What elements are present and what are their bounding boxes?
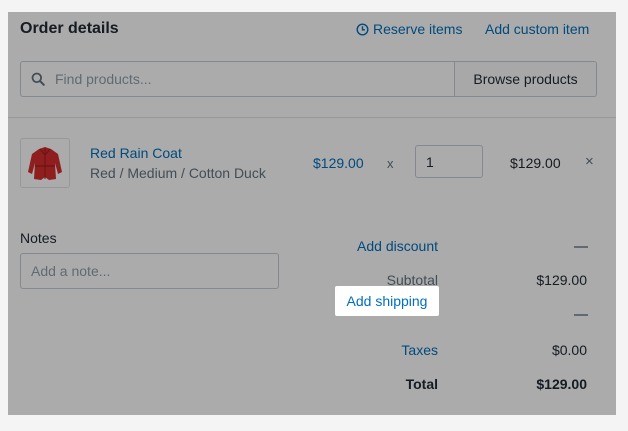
notes-input[interactable] (20, 253, 279, 289)
add-custom-item-link[interactable]: Add custom item (485, 21, 589, 37)
notes-label: Notes (20, 230, 57, 246)
product-thumbnail[interactable] (20, 138, 70, 188)
add-shipping-highlight: Add shipping (335, 286, 439, 316)
browse-products-button[interactable]: Browse products (454, 62, 596, 96)
product-variant: Red / Medium / Cotton Duck (90, 165, 266, 181)
find-products-input[interactable] (55, 62, 454, 96)
taxes-value: $0.00 (551, 342, 587, 358)
add-shipping-link[interactable]: Add shipping (347, 293, 428, 309)
search-icon (21, 62, 55, 96)
red-coat-image (28, 147, 62, 180)
line-total: $129.00 (510, 155, 561, 171)
discount-empty-dash (574, 246, 588, 248)
taxes-link[interactable]: Taxes (401, 342, 438, 358)
clock-icon (356, 22, 369, 36)
order-details-card: Order details Reserve items Add custom i… (8, 12, 616, 415)
product-search: Browse products (20, 61, 597, 97)
reserve-items-link[interactable]: Reserve items (356, 21, 462, 37)
total-label: Total (405, 376, 438, 392)
add-discount-link[interactable]: Add discount (357, 238, 438, 254)
section-divider (8, 117, 616, 118)
unit-price[interactable]: $129.00 (313, 155, 364, 171)
reserve-items-label: Reserve items (373, 21, 463, 37)
order-details-title: Order details (20, 20, 119, 37)
subtotal-value: $129.00 (536, 272, 587, 288)
remove-item-icon[interactable]: × (585, 153, 594, 170)
product-name-link[interactable]: Red Rain Coat (90, 145, 182, 161)
times-sign: x (387, 156, 394, 171)
total-value: $129.00 (536, 376, 587, 392)
quantity-input[interactable] (415, 145, 483, 178)
shipping-empty-dash (574, 314, 588, 316)
